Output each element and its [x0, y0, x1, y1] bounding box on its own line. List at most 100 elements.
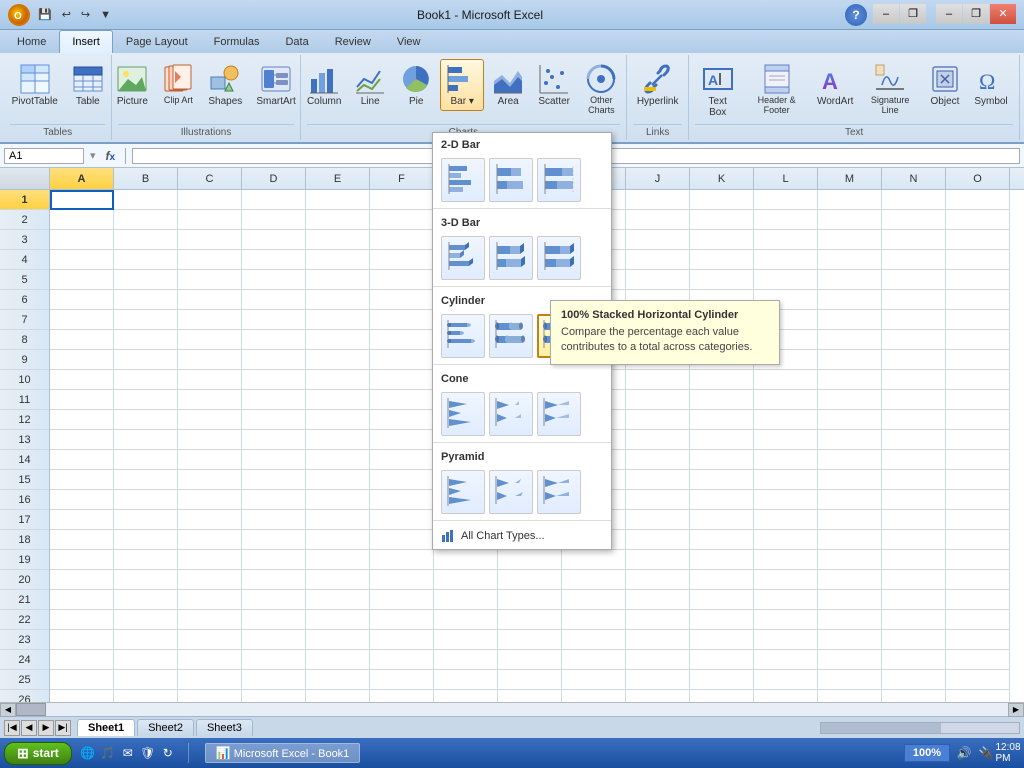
grid-cell[interactable]	[306, 690, 370, 702]
table-button[interactable]: Table	[66, 59, 110, 111]
grid-cell[interactable]	[178, 210, 242, 230]
grid-cell[interactable]	[114, 490, 178, 510]
grid-cell[interactable]	[818, 250, 882, 270]
scroll-thumb-h[interactable]	[16, 703, 46, 716]
grid-cell[interactable]	[178, 310, 242, 330]
grid-cell[interactable]	[178, 230, 242, 250]
start-button[interactable]: ⊞ start	[4, 742, 72, 765]
grid-cell[interactable]	[626, 590, 690, 610]
grid-cell[interactable]	[946, 230, 1010, 250]
col-header-b[interactable]: B	[114, 168, 178, 189]
grid-cell[interactable]	[50, 550, 114, 570]
grid-cell[interactable]	[946, 390, 1010, 410]
grid-cell[interactable]	[370, 510, 434, 530]
row-header-25[interactable]: 25	[0, 670, 49, 690]
row-header-11[interactable]: 11	[0, 390, 49, 410]
grid-cell[interactable]	[690, 690, 754, 702]
window-close-button[interactable]: ✕	[990, 4, 1016, 24]
grid-cell[interactable]	[818, 310, 882, 330]
ribbon-restore-button[interactable]: ❐	[900, 4, 926, 24]
grid-cell[interactable]	[114, 550, 178, 570]
grid-cell[interactable]	[50, 630, 114, 650]
row-header-26[interactable]: 26	[0, 690, 49, 702]
grid-cell[interactable]	[498, 650, 562, 670]
redo-button[interactable]: ↪	[77, 6, 94, 23]
sheet-tab-3[interactable]: Sheet3	[196, 719, 253, 736]
grid-cell[interactable]	[306, 470, 370, 490]
row-header-4[interactable]: 4	[0, 250, 49, 270]
col-header-m[interactable]: M	[818, 168, 882, 189]
grid-cell[interactable]	[306, 610, 370, 630]
grid-cell[interactable]	[242, 330, 306, 350]
grid-cell[interactable]	[114, 270, 178, 290]
row-header-9[interactable]: 9	[0, 350, 49, 370]
grid-cell[interactable]	[50, 690, 114, 702]
col-header-d[interactable]: D	[242, 168, 306, 189]
grid-cell[interactable]	[882, 510, 946, 530]
grid-cell[interactable]	[114, 230, 178, 250]
grid-cell[interactable]	[882, 210, 946, 230]
tab-data[interactable]: Data	[272, 30, 321, 53]
grid-cell[interactable]	[882, 310, 946, 330]
shapes-button[interactable]: Shapes	[202, 59, 248, 111]
grid-cell[interactable]	[626, 610, 690, 630]
grid-cell[interactable]	[562, 590, 626, 610]
grid-cell[interactable]	[882, 610, 946, 630]
row-header-14[interactable]: 14	[0, 450, 49, 470]
grid-cell[interactable]	[818, 490, 882, 510]
grid-cell[interactable]	[114, 450, 178, 470]
other-charts-button[interactable]: Other Charts	[578, 59, 624, 120]
grid-cell[interactable]	[370, 350, 434, 370]
grid-cell[interactable]	[626, 230, 690, 250]
grid-cell[interactable]	[370, 230, 434, 250]
tab-home[interactable]: Home	[4, 30, 59, 53]
grid-cell[interactable]	[242, 530, 306, 550]
grid-cell[interactable]	[242, 390, 306, 410]
sheet-tab-1[interactable]: Sheet1	[77, 719, 135, 736]
grid-cell[interactable]	[754, 650, 818, 670]
grid-cell[interactable]	[754, 190, 818, 210]
grid-cell[interactable]	[114, 210, 178, 230]
grid-cell[interactable]	[882, 430, 946, 450]
row-header-15[interactable]: 15	[0, 470, 49, 490]
grid-cell[interactable]	[946, 330, 1010, 350]
grid-cell[interactable]	[50, 590, 114, 610]
grid-cell[interactable]	[690, 210, 754, 230]
grid-cell[interactable]	[114, 190, 178, 210]
grid-cell[interactable]	[626, 650, 690, 670]
grid-cell[interactable]	[178, 470, 242, 490]
grid-cell[interactable]	[946, 350, 1010, 370]
grid-cell[interactable]	[690, 570, 754, 590]
grid-cell[interactable]	[434, 670, 498, 690]
col-header-e[interactable]: E	[306, 168, 370, 189]
clustered-cylinder-button[interactable]	[441, 314, 485, 358]
taskbar-excel-item[interactable]: 📊 Microsoft Excel - Book1	[205, 743, 361, 763]
horizontal-scrollbar[interactable]: ◀ ▶	[0, 702, 1024, 716]
scroll-left-button[interactable]: ◀	[0, 703, 16, 717]
grid-cell[interactable]	[306, 350, 370, 370]
all-chart-types-button[interactable]: All Chart Types...	[433, 523, 611, 549]
text-box-button[interactable]: A Text Box	[695, 59, 740, 122]
grid-cell[interactable]	[946, 490, 1010, 510]
grid-cell[interactable]	[818, 210, 882, 230]
grid-cell[interactable]	[818, 630, 882, 650]
grid-cell[interactable]	[178, 190, 242, 210]
col-header-a[interactable]: A	[50, 168, 114, 189]
grid-cell[interactable]	[370, 470, 434, 490]
grid-cell[interactable]	[882, 290, 946, 310]
grid-cell[interactable]	[882, 250, 946, 270]
grid-cell[interactable]	[946, 210, 1010, 230]
header-footer-button[interactable]: Header & Footer	[742, 59, 811, 120]
grid-cell[interactable]	[114, 390, 178, 410]
grid-cell[interactable]	[882, 590, 946, 610]
grid-cell[interactable]	[626, 530, 690, 550]
row-header-3[interactable]: 3	[0, 230, 49, 250]
grid-cell[interactable]	[754, 690, 818, 702]
grid-cell[interactable]	[626, 430, 690, 450]
taskbar-media-icon[interactable]: 🎵	[100, 745, 116, 761]
grid-cell[interactable]	[370, 630, 434, 650]
grid-cell[interactable]	[50, 670, 114, 690]
grid-cell[interactable]	[242, 310, 306, 330]
grid-cell[interactable]	[242, 190, 306, 210]
grid-cell[interactable]	[178, 490, 242, 510]
